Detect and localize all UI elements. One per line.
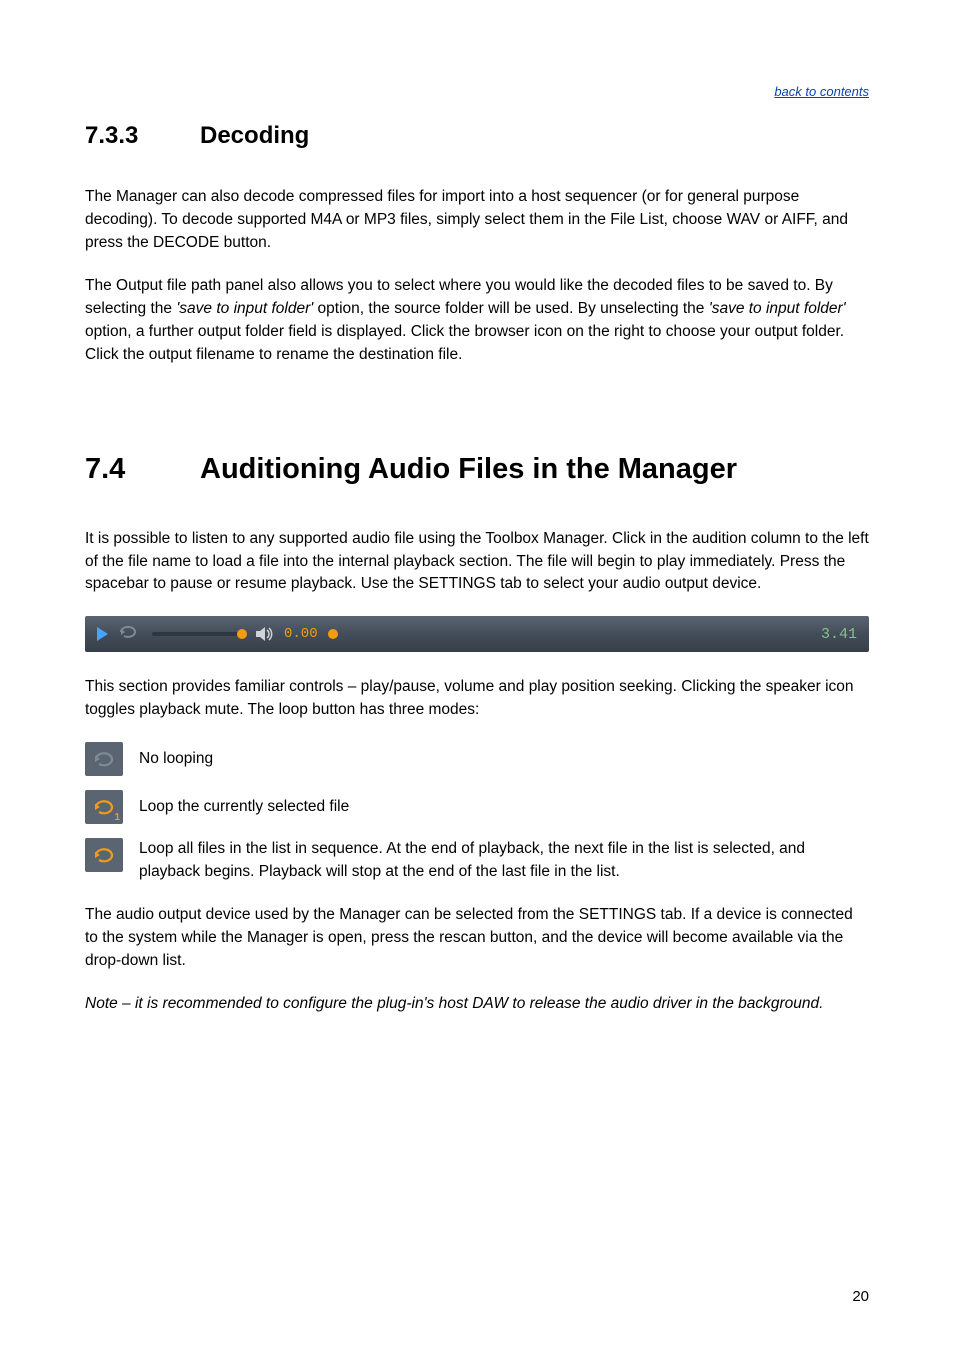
play-button-icon[interactable] xyxy=(97,627,108,641)
loop-mode-all: Loop all files in the list in sequence. … xyxy=(85,838,869,884)
section-heading-7-4: 7.4Auditioning Audio Files in the Manage… xyxy=(85,453,869,486)
loop-one-label: Loop the currently selected file xyxy=(139,796,349,819)
loop-mode-one: 1 Loop the currently selected file xyxy=(85,790,869,824)
page-number: 20 xyxy=(852,1288,869,1305)
volume-slider[interactable] xyxy=(152,632,242,636)
body-paragraph: The Manager can also decode compressed f… xyxy=(85,186,869,255)
body-paragraph: It is possible to listen to any supporte… xyxy=(85,528,869,597)
playhead-thumb[interactable] xyxy=(328,629,338,639)
loop-one-indicator: 1 xyxy=(114,812,120,823)
body-paragraph: The Output file path panel also allows y… xyxy=(85,275,869,367)
note-paragraph: Note – it is recommended to configure th… xyxy=(85,993,869,1016)
mute-toggle[interactable] xyxy=(256,627,274,641)
volume-thumb[interactable] xyxy=(237,629,247,639)
section-title: Auditioning Audio Files in the Manager xyxy=(200,453,737,485)
current-time: 0.00 xyxy=(284,626,318,642)
body-paragraph: The audio output device used by the Mana… xyxy=(85,904,869,973)
loop-mode-button[interactable] xyxy=(118,625,138,644)
section-heading-7-3-3: 7.3.3Decoding xyxy=(85,122,869,150)
loop-none-icon xyxy=(85,742,123,776)
loop-all-icon xyxy=(85,838,123,872)
total-duration: 3.41 xyxy=(807,626,857,643)
loop-all-label: Loop all files in the list in sequence. … xyxy=(85,838,869,884)
section-number: 7.3.3 xyxy=(85,122,200,150)
body-paragraph: This section provides familiar controls … xyxy=(85,676,869,722)
loop-mode-none: No looping xyxy=(85,742,869,776)
audio-player: 0.00 3.41 xyxy=(85,616,869,652)
back-to-contents-link[interactable]: back to contents xyxy=(774,84,869,99)
section-number: 7.4 xyxy=(85,453,200,486)
section-title: Decoding xyxy=(200,122,309,149)
loop-one-icon: 1 xyxy=(85,790,123,824)
loop-none-label: No looping xyxy=(139,748,213,771)
